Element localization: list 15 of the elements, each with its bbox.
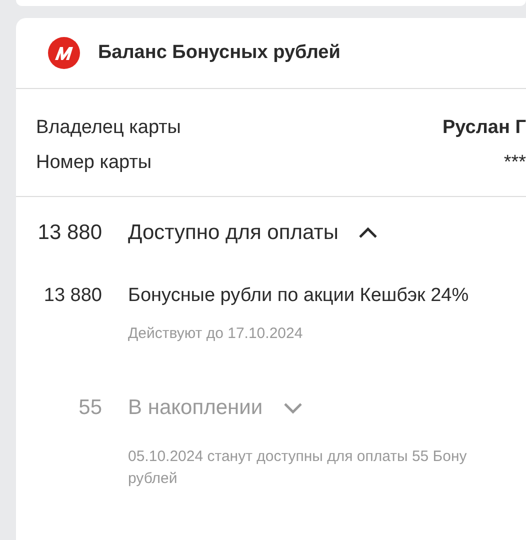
expiry-note: Действуют до 17.10.2024 xyxy=(128,325,304,342)
card-title: Баланс Бонусных рублей xyxy=(98,42,340,64)
chevron-up-icon xyxy=(358,227,378,239)
info-value: *** xyxy=(504,152,526,174)
info-label: Номер карты xyxy=(36,152,152,174)
bonus-amount: 13 880 xyxy=(42,285,102,307)
bonus-title: Бонусные рубли по акции Кешбэк 24% xyxy=(128,285,469,307)
section-toggle[interactable]: Доступно для оплаты xyxy=(128,221,378,245)
logo-icon xyxy=(48,37,80,69)
section-amount: 13 880 xyxy=(36,221,102,245)
pending-note: 05.10.2024 станут доступны для оплаты 55 Бону рублей xyxy=(128,447,467,489)
info-label: Владелец карты xyxy=(36,117,181,139)
chevron-down-icon xyxy=(282,402,303,414)
info-value: Руслан Г xyxy=(442,117,526,139)
section-amount: 55 xyxy=(78,396,102,420)
